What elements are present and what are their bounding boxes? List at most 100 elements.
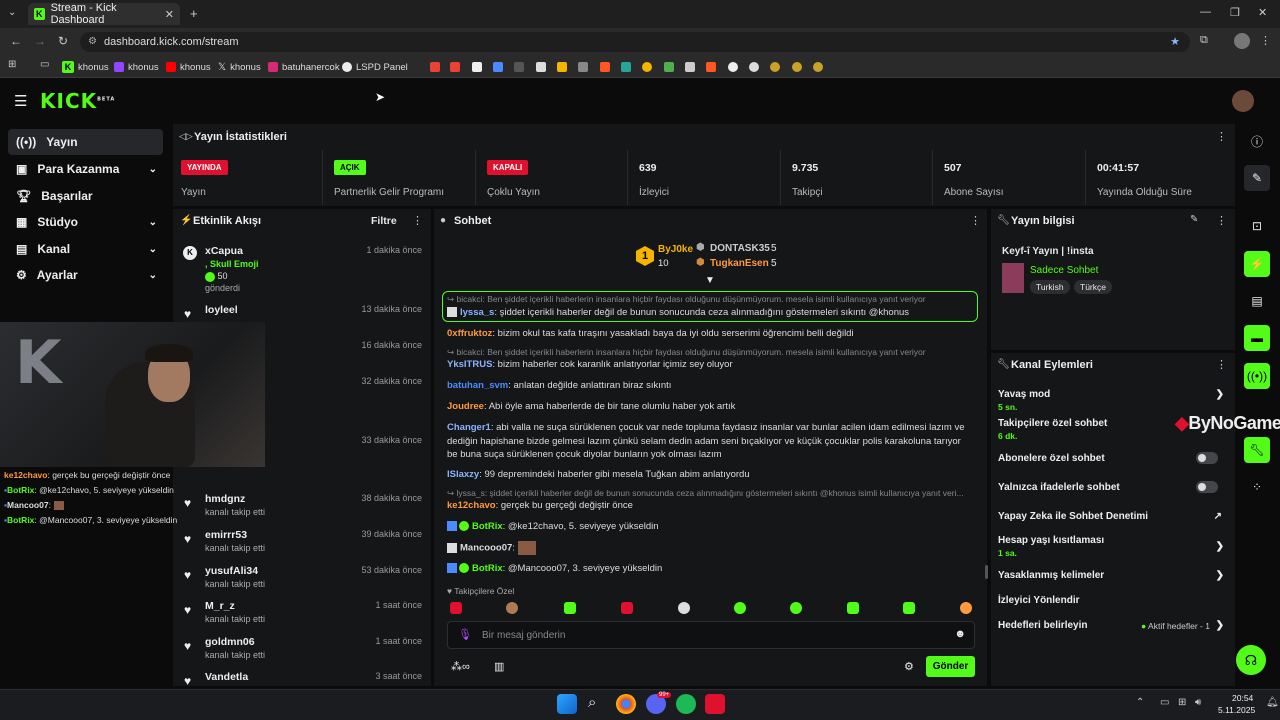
network-icon[interactable]: ▭ <box>1160 697 1169 708</box>
bookmark-icon[interactable] <box>600 62 610 72</box>
emoji-icon[interactable]: ☻ <box>954 628 966 640</box>
forward-icon[interactable]: → <box>34 34 46 48</box>
bookmark-icon[interactable] <box>621 62 631 72</box>
support-icon[interactable]: ☊ <box>1236 645 1266 675</box>
screen-icon[interactable]: ⊡ <box>1244 213 1270 239</box>
reload-icon[interactable]: ↻ <box>58 34 68 48</box>
maximize-icon[interactable]: ❐ <box>1230 6 1240 19</box>
emote-icon[interactable] <box>621 602 633 614</box>
apps-icon[interactable]: ⊞ <box>8 59 16 70</box>
banned-words-setting[interactable]: Yasaklanmış kelimeler ❯ <box>998 570 1228 581</box>
url-field[interactable]: ⚙ dashboard.kick.com/stream ★ <box>80 32 1190 52</box>
sidebar-item-basarilar[interactable]: 🏆︎ Başarılar <box>8 183 163 209</box>
sidebar-item-kanal[interactable]: ▤ Kanal ⌄ <box>8 236 163 262</box>
sidebar-item-studyo[interactable]: ▦ Stüdyo ⌄ <box>8 209 163 235</box>
bookmark[interactable]: LSPD Panel <box>342 59 408 75</box>
emote-icon[interactable] <box>506 602 518 614</box>
document-icon[interactable]: ▤ <box>1244 288 1270 314</box>
chat-scrollbar[interactable] <box>985 565 988 579</box>
info-icon[interactable]: ⓘ <box>1244 128 1270 154</box>
bookmark-icon[interactable] <box>770 62 780 72</box>
bookmark-icon[interactable] <box>728 62 738 72</box>
sidebar-item-yayin[interactable]: ((•)) Yayın <box>8 129 163 155</box>
broadcast-icon[interactable]: ((•)) <box>1244 363 1270 389</box>
emote-icon[interactable] <box>678 602 690 614</box>
emote-icon[interactable] <box>450 602 462 614</box>
bookmark-icon[interactable] <box>536 62 546 72</box>
back-icon[interactable]: ← <box>10 34 22 48</box>
menu-icon[interactable]: ⋮ <box>1260 34 1271 47</box>
emote-icon[interactable] <box>903 602 915 614</box>
bookmark-icon[interactable] <box>706 62 716 72</box>
browser-tab[interactable]: K Stream - Kick Dashboard ✕ <box>28 2 180 26</box>
bookmark-icon[interactable] <box>749 62 759 72</box>
more-icon[interactable]: ⋮ <box>1216 130 1227 143</box>
gmail-icon[interactable] <box>430 62 440 72</box>
emote-icon[interactable] <box>734 602 746 614</box>
bookmark-icon[interactable] <box>493 62 503 72</box>
new-tab-icon[interactable]: + <box>190 6 198 21</box>
chat-icon[interactable]: ▬ <box>1244 325 1270 351</box>
site-info-icon[interactable]: ⚙ <box>88 32 97 52</box>
hamburger-menu-icon[interactable]: ☰ <box>14 92 27 110</box>
windows-start-icon[interactable] <box>557 694 577 714</box>
more-icon[interactable]: ⋮ <box>970 214 981 227</box>
star-icon[interactable]: ★ <box>1170 32 1180 52</box>
tab-list-icon[interactable]: ⌄ <box>8 7 16 18</box>
edit-icon[interactable]: ✎ <box>1190 214 1198 225</box>
kick-logo[interactable]: KICKBETA <box>40 89 115 113</box>
notifications-icon[interactable]: 🔔︎ <box>1266 697 1279 708</box>
clock-date[interactable]: 5.11.2025 <box>1218 705 1255 715</box>
bookmark[interactable]: khonus <box>114 59 159 75</box>
app-icon[interactable] <box>705 694 725 714</box>
gear-icon[interactable]: ⚙ <box>904 660 914 673</box>
store-icon[interactable]: ▥ <box>494 660 504 673</box>
edit-icon[interactable]: ✎ <box>1244 165 1270 191</box>
account-age-setting[interactable]: Hesap yaşı kısıtlaması 1 sa. ❯ <box>998 535 1228 558</box>
bookmark-icon[interactable] <box>685 62 695 72</box>
bolt-icon[interactable]: ⚡ <box>1244 251 1270 277</box>
gmail-icon[interactable] <box>450 62 460 72</box>
emote-icon[interactable] <box>564 602 576 614</box>
category-thumbnail[interactable] <box>1002 263 1024 293</box>
extensions-icon[interactable]: ⧉ <box>1200 34 1208 47</box>
send-button[interactable]: Gönder <box>926 656 975 677</box>
close-window-icon[interactable]: ✕ <box>1258 6 1267 19</box>
subscribers-only-toggle[interactable] <box>1196 452 1218 464</box>
bookmark-icon[interactable] <box>664 62 674 72</box>
volume-icon[interactable]: 🔊︎ <box>1195 697 1201 708</box>
emote-icon[interactable] <box>847 602 859 614</box>
bookmark[interactable]: 𝕏khonus <box>218 59 261 75</box>
category-name[interactable]: Sadece Sohbet <box>1030 265 1098 276</box>
sidebar-item-ayarlar[interactable]: ⚙ Ayarlar ⌄ <box>8 262 163 288</box>
wrench-icon[interactable]: 🔧︎ <box>1244 437 1270 463</box>
more-icon[interactable]: ⋮ <box>412 214 423 227</box>
slow-mode-setting[interactable]: Yavaş mod 5 sn. ❯ <box>998 389 1228 412</box>
host-setting[interactable]: İzleyici Yönlendir <box>998 595 1228 606</box>
sidebar-item-para-kazanma[interactable]: ▣ Para Kazanma ⌄ <box>8 156 163 182</box>
bookmark[interactable]: Kkhonus <box>62 59 109 75</box>
collapse-icon[interactable]: ▼ <box>705 275 715 286</box>
bookmark-icon[interactable] <box>472 62 482 72</box>
goals-setting[interactable]: Hedefleri belirleyin ● Aktif hedefler - 1… <box>998 620 1228 631</box>
bookmark-icon[interactable] <box>792 62 802 72</box>
search-icon[interactable]: ⌕ <box>588 694 596 711</box>
profile-avatar[interactable] <box>1234 33 1250 49</box>
user-avatar[interactable] <box>1232 90 1254 112</box>
emote-icon[interactable] <box>960 602 972 614</box>
spotify-icon[interactable] <box>676 694 696 714</box>
bookmark-icon[interactable] <box>514 62 524 72</box>
chat-input[interactable]: 🎙︎ Bir mesaj gönderin ☻ <box>447 621 975 649</box>
more-icon[interactable]: ⋮ <box>1216 214 1227 227</box>
bookmark-icon[interactable] <box>813 62 823 72</box>
bookmark-icon[interactable] <box>642 62 652 72</box>
bookmark-icon[interactable] <box>557 62 567 72</box>
close-icon[interactable]: ✕ <box>165 8 174 21</box>
bookmark[interactable]: khonus <box>166 59 211 75</box>
bookmark[interactable]: batuhanercok <box>268 59 340 75</box>
chrome-icon[interactable] <box>616 694 636 714</box>
emote-icon[interactable] <box>790 602 802 614</box>
clock-time[interactable]: 20:54 <box>1232 693 1253 703</box>
kicks-icon[interactable]: ⁂∞ <box>451 660 470 673</box>
chevron-up-icon[interactable]: ⌃ <box>1136 697 1144 708</box>
